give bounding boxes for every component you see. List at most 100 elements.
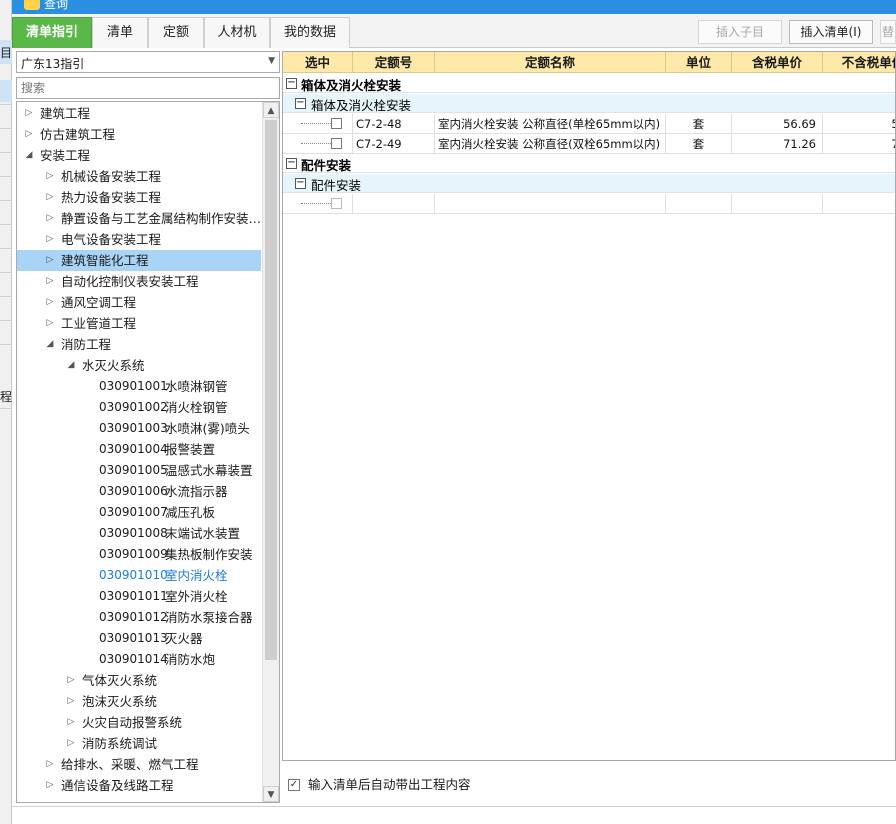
title-bar[interactable]: 查询 [12,0,896,14]
tree-item-code[interactable]: 030901012 消防水泵接合器 [17,607,261,628]
collapse-icon[interactable]: − [286,158,297,169]
collapsed-icon[interactable]: ▷ [65,733,77,754]
quota-code [353,194,435,214]
row-checkbox[interactable] [331,118,342,129]
scroll-up-icon[interactable]: ▲ [263,102,279,118]
tree-item-code[interactable]: 030901001 水喷淋钢管 [17,376,261,397]
insert-list-button[interactable]: 插入清单(I) [789,20,873,44]
tree-item-code-text: 030901006 [99,484,168,498]
collapsed-icon[interactable]: ▷ [44,271,56,292]
collapse-icon[interactable]: − [295,178,306,189]
quota-code: C7-2-48 [353,114,435,134]
tree-scrollbar[interactable]: ▲ ▼ [262,102,279,802]
table-row-empty[interactable] [283,194,895,214]
col-quota-code[interactable]: 定额号 [353,52,435,73]
tree-item-code[interactable]: 030901011 室外消火栓 [17,586,261,607]
col-quota-name[interactable]: 定额名称 [435,52,666,73]
tree-item[interactable]: ▷ 泡沫灭火系统 [17,691,261,712]
auto-bring-label[interactable]: 输入清单后自动带出工程内容 [308,775,471,795]
tree-item[interactable]: ▷ 仿古建筑工程 [17,124,261,145]
tree-item-code[interactable]: 030901010 室内消火栓 [17,565,261,586]
collapsed-icon[interactable]: ▷ [44,229,56,250]
scroll-thumb[interactable] [265,120,277,660]
tree-item[interactable]: ▷ 自动化控制仪表安装工程 [17,271,261,292]
expanded-icon[interactable]: ◢ [65,355,77,376]
tree-item[interactable]: ◢ 消防工程 [17,334,261,355]
collapsed-icon[interactable]: ▷ [65,691,77,712]
subgroup-row[interactable]: − 配件安装 [283,174,895,193]
collapsed-icon[interactable]: ▷ [44,313,56,334]
tree-item-code[interactable]: 030901014 消防水炮 [17,649,261,670]
tree-item[interactable]: ◢ 安装工程 [17,145,261,166]
tree-item[interactable]: ▷ 通风空调工程 [17,292,261,313]
tab-quota[interactable]: 定额 [148,17,204,48]
select-cell [283,194,353,214]
tree-item[interactable]: ▷ 电气设备安装工程 [17,229,261,250]
group-row[interactable]: − 箱体及消火栓安装 [283,74,895,93]
search-input[interactable] [16,77,280,99]
replace-button[interactable]: 替 [880,20,896,44]
tab-my-data[interactable]: 我的数据 [270,17,350,48]
collapsed-icon[interactable]: ▷ [44,775,56,796]
tree-item[interactable]: ▷ 建筑工程 [17,103,261,124]
tree-item-code[interactable]: 030901007 减压孔板 [17,502,261,523]
scroll-down-icon[interactable]: ▼ [263,786,279,802]
col-selected[interactable]: 选中 [283,52,353,73]
quota-code: C7-2-49 [353,134,435,154]
group-row[interactable]: − 配件安装 [283,154,895,173]
table-row[interactable]: C7-2-48 室内消火栓安装 公称直径(单栓65mm以内) 套 56.69 5… [283,114,895,134]
tree-item-code[interactable]: 030901002 消火栓钢管 [17,397,261,418]
tab-list-guide[interactable]: 清单指引 [12,17,92,48]
tree-item-code[interactable]: 030901006 水流指示器 [17,481,261,502]
tab-labor-material-machine[interactable]: 人材机 [204,17,270,48]
tree-item[interactable]: ▷ 火灾自动报警系统 [17,712,261,733]
tree-item[interactable]: ▷ 机械设备安装工程 [17,166,261,187]
tree-item-label: 水喷淋钢管 [165,379,228,394]
col-tax-price[interactable]: 含税单价 [732,52,823,73]
guide-select[interactable]: 广东13指引 ▼ [16,51,280,73]
tree-item[interactable]: ▷ 给排水、采暖、燃气工程 [17,754,261,775]
collapsed-icon[interactable]: ▷ [65,670,77,691]
expanded-icon[interactable]: ◢ [44,334,56,355]
row-checkbox[interactable] [331,198,342,209]
collapsed-icon[interactable]: ▷ [44,166,56,187]
tab-list[interactable]: 清单 [92,17,148,48]
insert-child-button[interactable]: 插入子目 [698,20,782,44]
tree-item-code[interactable]: 030901008 末端试水装置 [17,523,261,544]
tree-item[interactable]: ▷ 热力设备安装工程 [17,187,261,208]
tree-item[interactable]: ▷ 气体灭火系统 [17,670,261,691]
background-row-line [0,408,12,409]
collapse-icon[interactable]: − [295,98,306,109]
collapse-icon[interactable]: − [286,78,297,89]
tree-item[interactable]: ▷ 工业管道工程 [17,313,261,334]
row-checkbox[interactable] [331,138,342,149]
tree-item-code[interactable]: 030901003 水喷淋(雾)喷头 [17,418,261,439]
tree-item-code[interactable]: 030901013 灭火器 [17,628,261,649]
background-row-line [0,176,12,177]
collapsed-icon[interactable]: ▷ [65,712,77,733]
collapsed-icon[interactable]: ▷ [23,103,35,124]
tree-item-label: 气体灭火系统 [82,673,158,688]
collapsed-icon[interactable]: ▷ [44,292,56,313]
table-row[interactable]: C7-2-49 室内消火栓安装 公称直径(双栓65mm以内) 套 71.26 7… [283,134,895,154]
collapsed-icon[interactable]: ▷ [44,250,56,271]
tree-item-code[interactable]: 030901004 报警装置 [17,439,261,460]
tree-item[interactable]: ◢ 水灭火系统 [17,355,261,376]
tree-item[interactable]: ▷ 通信设备及线路工程 [17,775,261,796]
tree-item[interactable]: ▷ 建筑智能化工程 [17,250,261,271]
collapsed-icon[interactable]: ▷ [44,187,56,208]
collapsed-icon[interactable]: ▷ [44,208,56,229]
expanded-icon[interactable]: ◢ [23,145,35,166]
subgroup-row[interactable]: − 箱体及消火栓安装 [283,94,895,113]
col-unit[interactable]: 单位 [666,52,732,73]
auto-bring-checkbox[interactable]: ✓ [288,779,300,791]
collapsed-icon[interactable]: ▷ [23,124,35,145]
tree-item-code[interactable]: 030901005 温感式水幕装置 [17,460,261,481]
tree-item[interactable]: ▷ 静置设备与工艺金属结构制作安装… [17,208,261,229]
tree-item[interactable]: ▷ 消防系统调试 [17,733,261,754]
quota-name: 室内消火栓安装 公称直径(双栓65mm以内) [435,134,666,154]
col-notax-price[interactable]: 不含税单价 [823,52,895,73]
tree-item-code[interactable]: 030901009 集热板制作安装 [17,544,261,565]
collapsed-icon[interactable]: ▷ [44,754,56,775]
tree-connector [301,143,335,144]
